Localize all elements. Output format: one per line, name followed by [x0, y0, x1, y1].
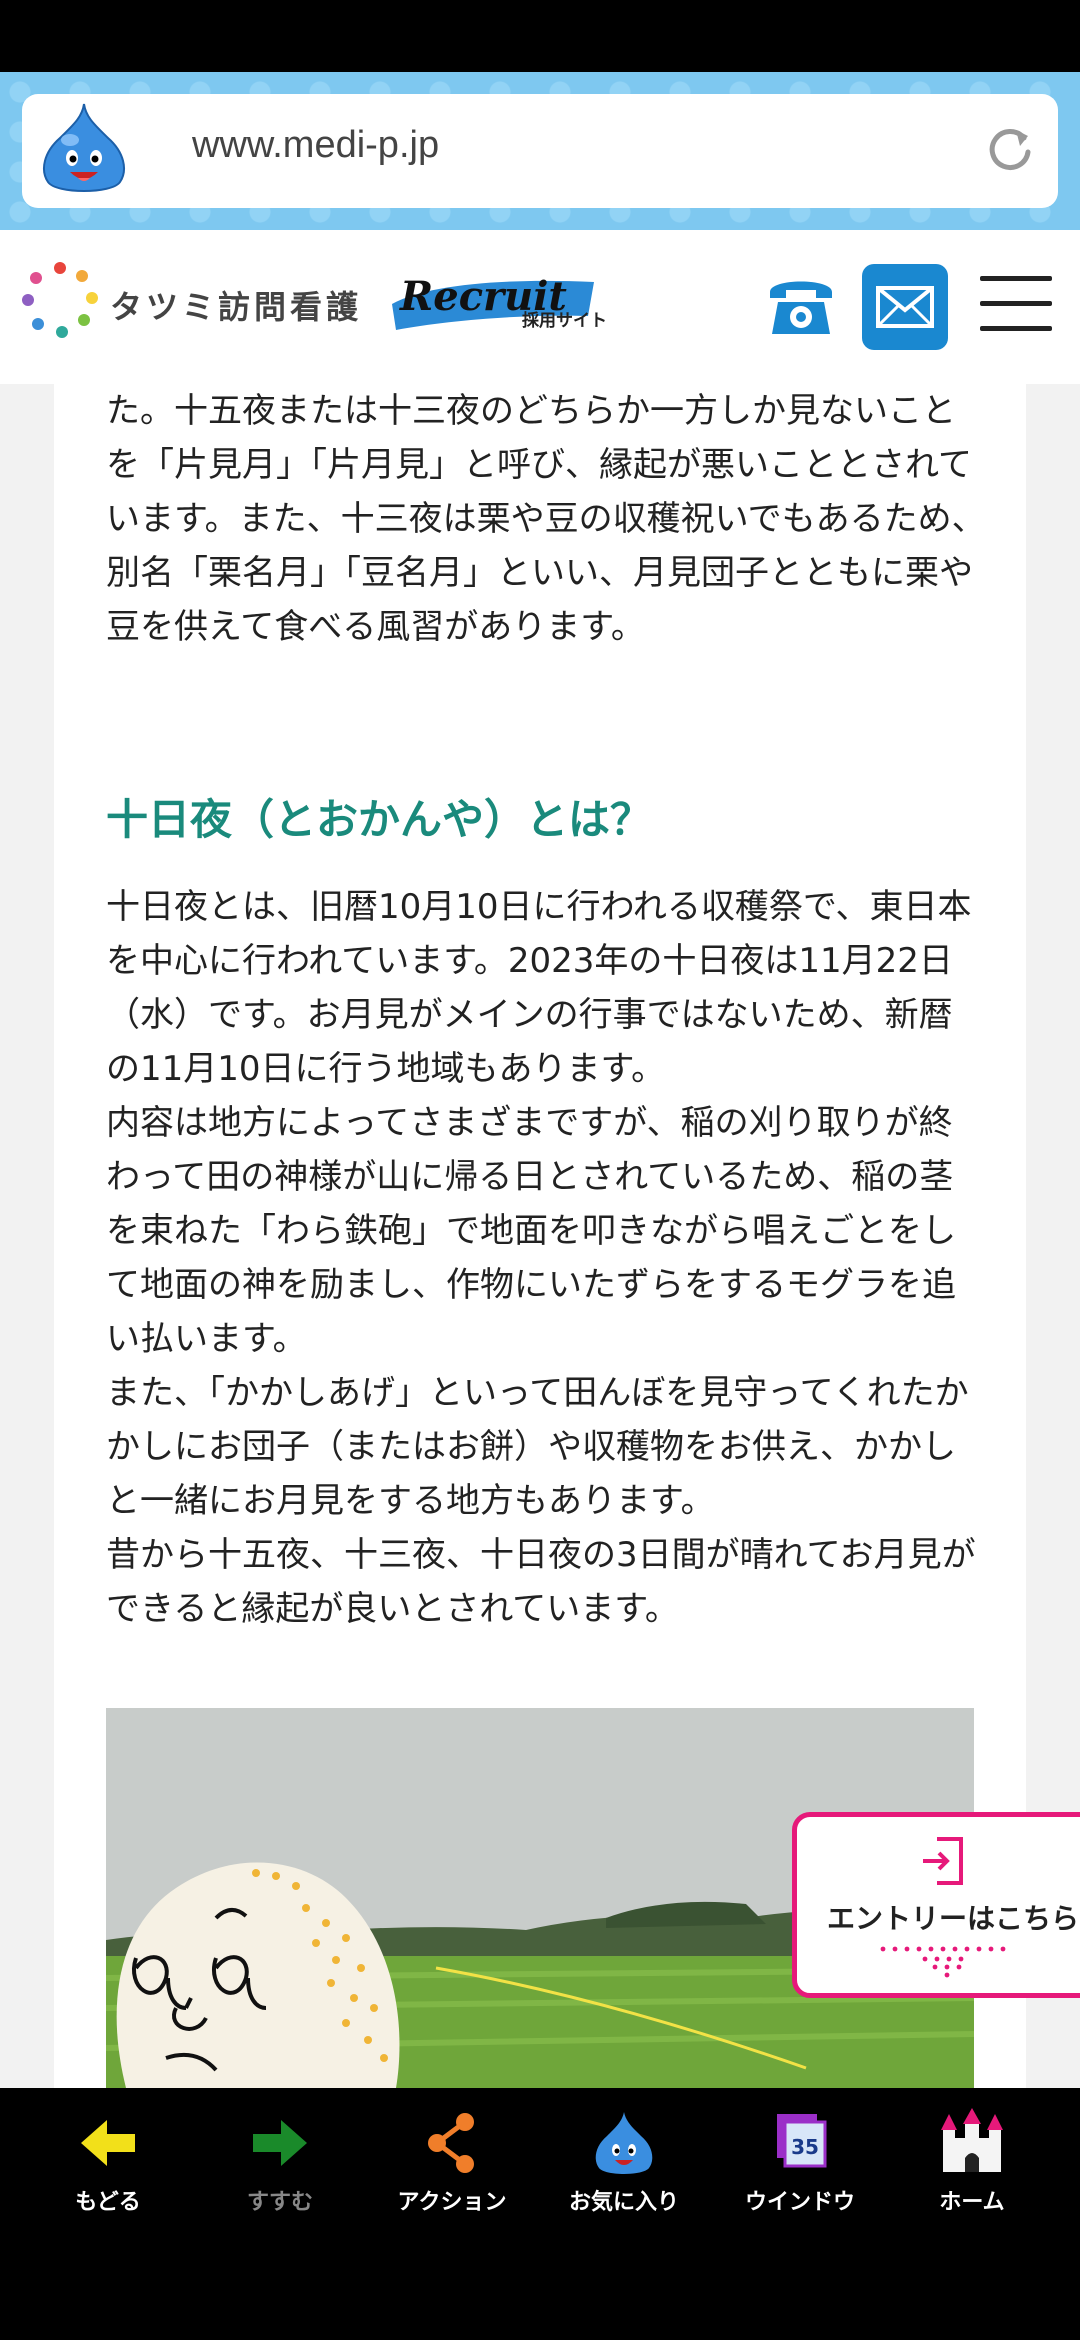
nav-forward[interactable]: すすむ — [190, 2108, 370, 2228]
window-count: 35 — [791, 2135, 819, 2159]
castle-home-icon — [941, 2108, 1003, 2172]
mail-button[interactable] — [862, 264, 948, 350]
article-paragraph: 十日夜とは、旧暦10月10日に行われる収穫祭で、東日本を中心に行われています。2… — [106, 887, 976, 1629]
nav-favorites-label: お気に入り — [568, 2190, 679, 2215]
entry-arrow-dots — [880, 1946, 1006, 1978]
nav-action-label: アクション — [397, 2190, 507, 2215]
status-bar — [0, 0, 1080, 72]
nav-favorites[interactable]: お気に入り — [534, 2108, 714, 2228]
brand-logo-icon[interactable] — [20, 260, 100, 340]
nav-home[interactable]: ホーム — [882, 2108, 1062, 2228]
section-heading: 十日夜（とおかんや）とは？ — [106, 795, 653, 844]
browser-toolbar: www.medi-p.jp — [0, 72, 1080, 230]
phone-icon[interactable] — [764, 270, 838, 340]
mail-icon — [876, 286, 934, 328]
slime-icon[interactable] — [34, 100, 134, 200]
nav-window-label: ウインドウ — [744, 2190, 855, 2215]
reload-icon[interactable] — [980, 120, 1040, 180]
nav-window[interactable]: 35 ウインドウ — [710, 2108, 890, 2228]
nav-forward-label: すすむ — [246, 2190, 313, 2215]
article-paragraph: た。十五夜または十三夜のどちらか一方しか見ないことを「片見月」「片月見」と呼び、… — [106, 391, 986, 647]
share-icon — [428, 2113, 474, 2173]
entry-label: エントリーはこちら — [827, 1902, 1080, 1935]
entry-button[interactable]: エントリーはこちら — [792, 1812, 1080, 1998]
entry-door-icon — [923, 1837, 963, 1885]
hamburger-menu-icon[interactable] — [980, 276, 1052, 332]
window-icon: 35 — [777, 2114, 827, 2168]
nav-back[interactable]: もどる — [18, 2108, 198, 2228]
nav-action[interactable]: アクション — [362, 2108, 542, 2228]
brand-name[interactable]: タツミ訪問看護 — [110, 282, 362, 328]
back-arrow-icon — [81, 2120, 135, 2166]
nav-back-label: もどる — [75, 2190, 141, 2215]
browser-bottom-nav: もどる すすむ アクション お気に入り 35 ウインドウ ホーム — [0, 2088, 1080, 2340]
address-bar[interactable]: www.medi-p.jp — [22, 94, 1058, 208]
recruit-subtitle: 採用サイト — [522, 311, 607, 331]
site-header: タツミ訪問看護 Recruit 採用サイト — [0, 230, 1080, 384]
nav-home-label: ホーム — [939, 2190, 1005, 2215]
forward-arrow-icon — [253, 2120, 307, 2166]
url-text[interactable]: www.medi-p.jp — [192, 124, 439, 167]
favorites-slime-icon — [595, 2112, 653, 2174]
